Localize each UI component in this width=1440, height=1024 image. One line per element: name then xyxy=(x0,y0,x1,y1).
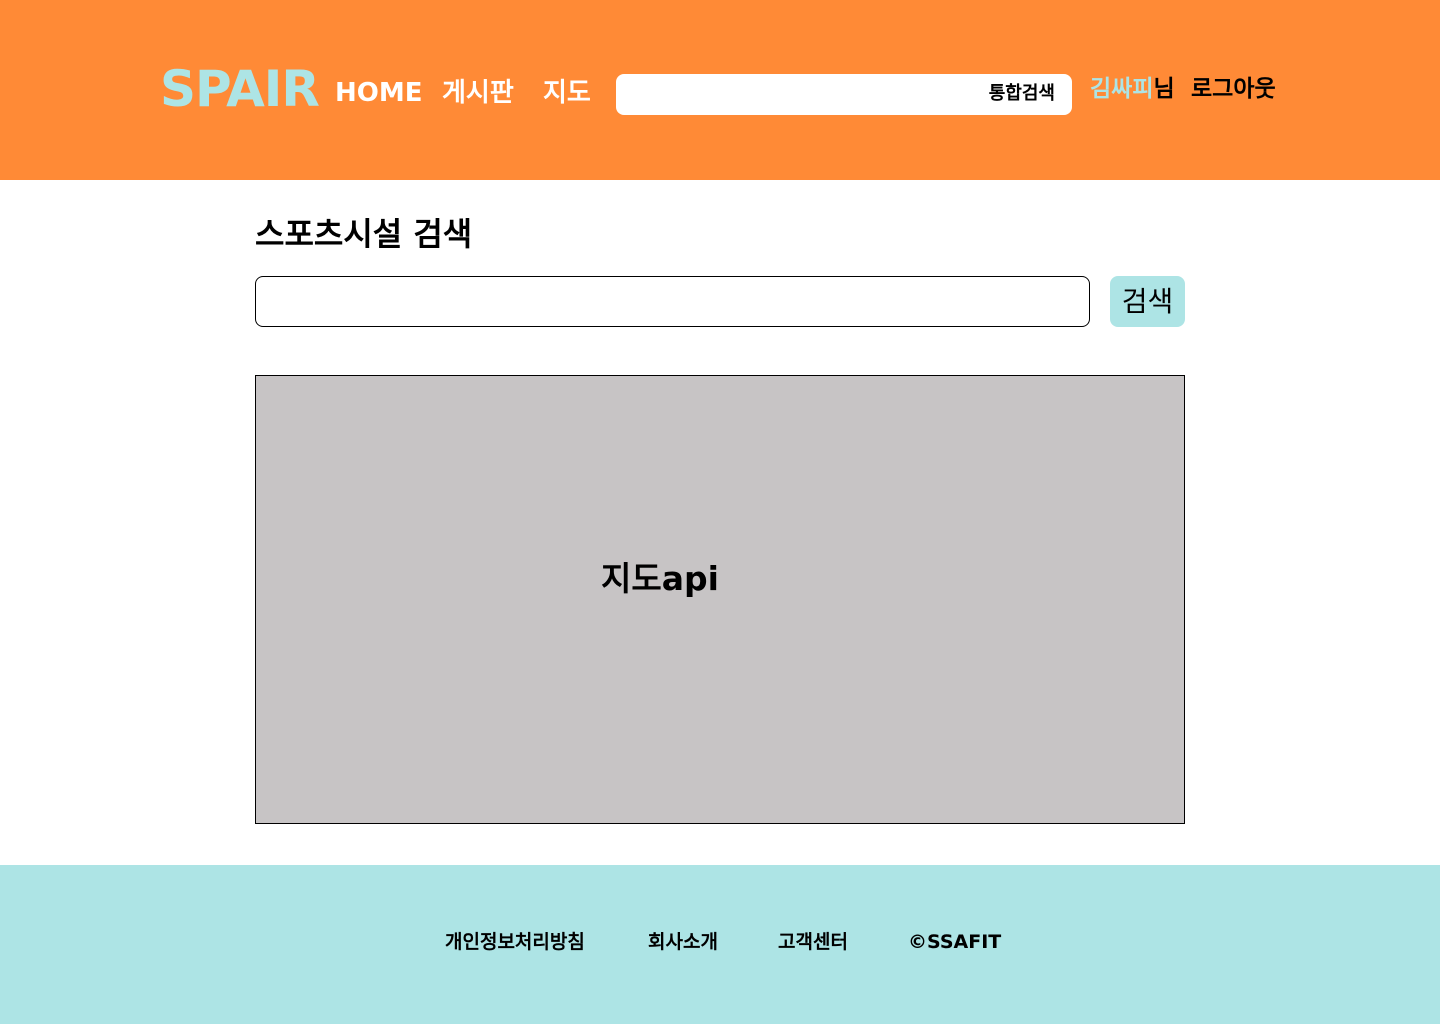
footer-privacy-link[interactable]: 개인정보처리방침 xyxy=(445,933,585,952)
nav-home-link[interactable]: HOME xyxy=(335,80,423,106)
nav-board-link[interactable]: 게시판 xyxy=(442,80,514,106)
footer-support-link[interactable]: 고객센터 xyxy=(778,933,848,952)
user-name-suffix: 님 xyxy=(1153,76,1175,102)
map-placeholder-label: 지도api xyxy=(601,559,719,598)
global-search-input[interactable] xyxy=(628,80,968,109)
map-area[interactable]: 지도api xyxy=(255,375,1185,824)
logout-link[interactable]: 로그아웃 xyxy=(1191,78,1276,101)
user-greeting: 김싸피님 xyxy=(1090,78,1175,101)
facility-search-input[interactable] xyxy=(255,276,1090,327)
user-name: 김싸피 xyxy=(1090,76,1154,102)
site-footer: 개인정보처리방침 회사소개 고객센터 ©SSAFIT xyxy=(0,865,1440,1024)
facility-search-button[interactable]: 검색 xyxy=(1110,276,1185,327)
global-search-bar: 통합검색 xyxy=(616,74,1072,115)
page-title: 스포츠시설 검색 xyxy=(255,215,473,253)
site-header: SPAIR HOME 게시판 지도 통합검색 김싸피님 로그아웃 xyxy=(0,0,1440,180)
global-search-button[interactable]: 통합검색 xyxy=(989,85,1055,103)
footer-about-link[interactable]: 회사소개 xyxy=(648,933,718,952)
site-logo[interactable]: SPAIR xyxy=(160,64,320,114)
nav-map-link[interactable]: 지도 xyxy=(543,80,591,106)
footer-copyright: ©SSAFIT xyxy=(908,931,1002,953)
